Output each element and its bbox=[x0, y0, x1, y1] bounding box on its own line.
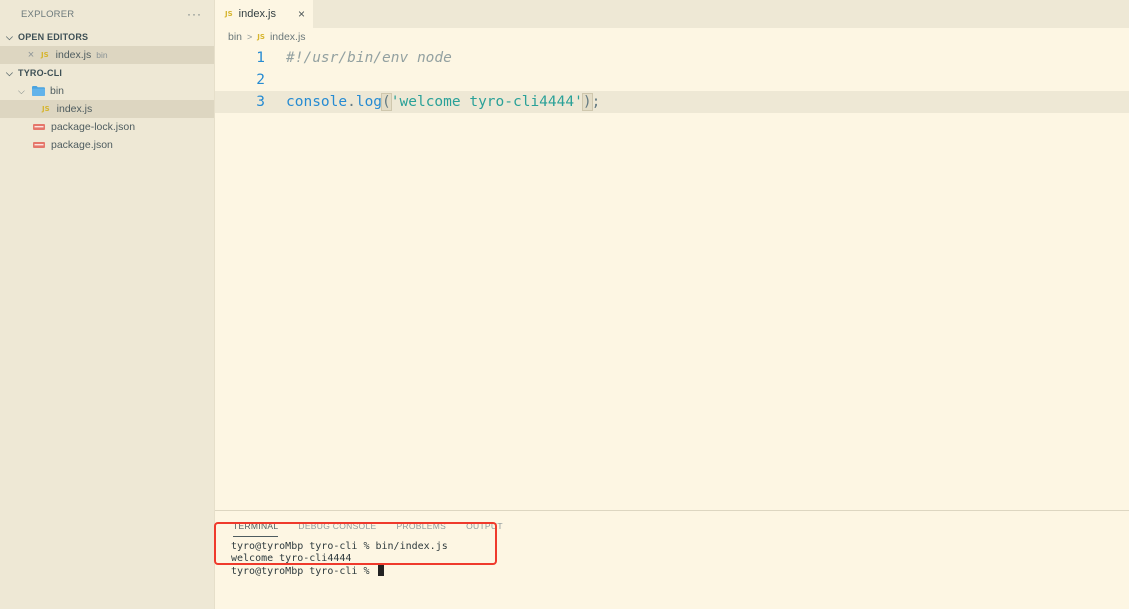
chevron-down-icon: ⌵ bbox=[6, 31, 14, 42]
js-file-icon: JS bbox=[41, 51, 49, 59]
code-line: 1 #!/usr/bin/env node bbox=[215, 47, 1129, 69]
terminal-prompt: tyro@tyroMbp tyro-cli % bbox=[231, 566, 376, 577]
editor-tab-bar: JS index.js × bbox=[215, 0, 1129, 28]
breadcrumb-folder[interactable]: bin bbox=[228, 31, 242, 43]
code-method: log bbox=[355, 94, 383, 110]
file-name: index.js bbox=[56, 103, 93, 115]
close-icon[interactable]: × bbox=[298, 7, 305, 21]
tab-problems[interactable]: PROBLEMS bbox=[396, 521, 446, 537]
bottom-panel: TERMINAL DEBUG CONSOLE PROBLEMS OUTPUT t… bbox=[215, 510, 1129, 609]
json-file-icon bbox=[33, 124, 45, 130]
explorer-header: EXPLORER ··· bbox=[0, 0, 214, 28]
tab-output[interactable]: OUTPUT bbox=[466, 521, 503, 537]
tab-index-js[interactable]: JS index.js × bbox=[215, 0, 313, 28]
js-file-icon: JS bbox=[225, 10, 233, 18]
folder-icon bbox=[32, 86, 45, 96]
tab-terminal[interactable]: TERMINAL bbox=[233, 521, 279, 537]
code-editor[interactable]: 1 #!/usr/bin/env node 2 3 console.log('w… bbox=[215, 46, 1129, 506]
tab-debug-console[interactable]: DEBUG CONSOLE bbox=[298, 521, 376, 537]
breadcrumb-file[interactable]: index.js bbox=[270, 31, 306, 43]
project-section[interactable]: ⌵ TYRO-CLI bbox=[0, 64, 214, 82]
code-dot: . bbox=[347, 94, 356, 110]
file-index-js[interactable]: JS index.js bbox=[0, 100, 214, 118]
js-file-icon: JS bbox=[257, 33, 265, 41]
code-statement: console.log('welcome tyro-cli4444'); bbox=[286, 93, 601, 111]
open-editors-section[interactable]: ⌵ OPEN EDITORS bbox=[0, 28, 214, 46]
explorer-title: EXPLORER bbox=[21, 8, 75, 20]
open-editor-path: bin bbox=[96, 50, 108, 60]
file-name: package-lock.json bbox=[51, 121, 136, 133]
folder-bin[interactable]: ⌵ bin bbox=[0, 82, 214, 100]
terminal-cursor bbox=[377, 565, 384, 576]
terminal-output[interactable]: tyro@tyroMbp tyro-cli % bin/index.js wel… bbox=[231, 541, 448, 578]
file-package-json[interactable]: package.json bbox=[0, 136, 214, 154]
code-line: 2 bbox=[215, 69, 1129, 91]
code-line-current: 3 console.log('welcome tyro-cli4444'); bbox=[215, 91, 1129, 113]
open-editor-item[interactable]: × JS index.js bin bbox=[0, 46, 214, 64]
close-icon[interactable]: × bbox=[24, 49, 38, 61]
open-editors-title: OPEN EDITORS bbox=[18, 32, 89, 42]
open-editor-filename: index.js bbox=[55, 49, 92, 61]
chevron-down-icon: ⌵ bbox=[18, 85, 25, 96]
breadcrumb: bin > JS index.js bbox=[228, 29, 306, 45]
tab-label: index.js bbox=[238, 8, 276, 20]
file-name: package.json bbox=[51, 139, 113, 151]
terminal-line: tyro@tyroMbp tyro-cli % bin/index.js bbox=[231, 541, 448, 552]
line-number: 1 bbox=[256, 50, 265, 66]
code-close-paren: ) bbox=[581, 93, 593, 111]
panel-tabs: TERMINAL DEBUG CONSOLE PROBLEMS OUTPUT bbox=[233, 521, 503, 537]
line-number: 3 bbox=[256, 94, 265, 110]
code-string: 'welcome tyro-cli4444' bbox=[390, 94, 583, 110]
code-semicolon: ; bbox=[591, 94, 601, 110]
terminal-prompt-line: tyro@tyroMbp tyro-cli % bbox=[231, 565, 448, 578]
more-actions-icon[interactable]: ··· bbox=[187, 7, 202, 21]
chevron-down-icon: ⌵ bbox=[6, 67, 14, 78]
project-title: TYRO-CLI bbox=[18, 68, 63, 78]
code-open-paren: ( bbox=[381, 93, 392, 111]
folder-name: bin bbox=[50, 85, 65, 97]
chevron-right-icon: > bbox=[247, 32, 253, 42]
line-number: 2 bbox=[256, 72, 265, 88]
explorer-sidebar: EXPLORER ··· ⌵ OPEN EDITORS × JS index.j… bbox=[0, 0, 215, 609]
terminal-line: welcome tyro-cli4444 bbox=[231, 553, 352, 564]
file-package-lock-json[interactable]: package-lock.json bbox=[0, 118, 214, 136]
js-file-icon: JS bbox=[42, 105, 50, 113]
code-comment: #!/usr/bin/env node bbox=[286, 50, 452, 66]
json-file-icon bbox=[33, 142, 45, 148]
code-identifier: console bbox=[286, 94, 348, 110]
